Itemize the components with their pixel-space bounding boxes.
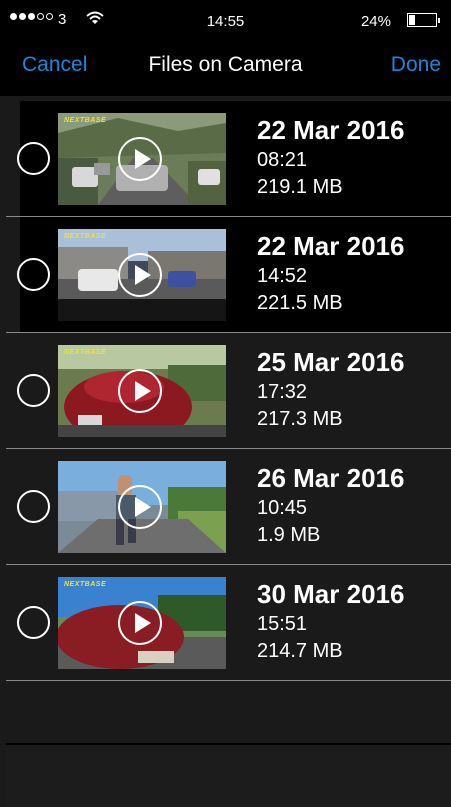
file-date: 26 Mar 2016	[257, 463, 405, 493]
navigation-bar: Cancel Files on Camera Done	[0, 40, 451, 96]
file-info: 25 Mar 2016 17:32 217.3 MB	[257, 349, 404, 429]
file-time: 15:51	[257, 613, 308, 635]
play-icon[interactable]	[118, 253, 162, 297]
brand-logo: NEXTBASE	[64, 117, 107, 124]
file-time: 17:32	[257, 381, 308, 403]
battery-icon	[407, 13, 440, 27]
file-size: 221.5 MB	[257, 292, 343, 314]
play-icon[interactable]	[118, 485, 162, 529]
list-item[interactable]: NEXTBASE 22 Mar 2016 14:52 221.5 MB	[6, 217, 451, 333]
select-radio[interactable]	[17, 606, 50, 639]
done-button[interactable]: Done	[391, 53, 441, 77]
file-size: 217.3 MB	[257, 408, 343, 430]
file-info: 22 Mar 2016 14:52 221.5 MB	[257, 233, 404, 313]
file-time: 14:52	[257, 265, 308, 287]
file-info: 30 Mar 2016 15:51 214.7 MB	[257, 581, 404, 661]
file-date: 22 Mar 2016	[257, 231, 405, 261]
brand-logo: NEXTBASE	[64, 349, 107, 356]
file-time: 10:45	[257, 497, 308, 519]
list-item[interactable]: 26 Mar 2016 10:45 1.9 MB	[6, 449, 451, 565]
list-item[interactable]: NEXTBASE 25 Mar 2016 17:32 217.3 MB	[6, 333, 451, 449]
file-list: NEXTBASE 22 Mar 2016 08:21 219.1 MB NEXT…	[6, 101, 451, 681]
list-item[interactable]: NEXTBASE 30 Mar 2016 15:51 214.7 MB	[6, 565, 451, 681]
select-radio[interactable]	[17, 258, 50, 291]
file-size: 219.1 MB	[257, 176, 343, 198]
select-radio[interactable]	[17, 374, 50, 407]
video-thumbnail[interactable]: NEXTBASE	[58, 345, 226, 437]
status-bar: 3 14:55 24%	[0, 0, 451, 40]
file-date: 30 Mar 2016	[257, 579, 405, 609]
video-thumbnail[interactable]: NEXTBASE	[58, 229, 226, 321]
select-radio[interactable]	[17, 142, 50, 175]
file-size: 1.9 MB	[257, 524, 321, 546]
file-time: 08:21	[257, 149, 308, 171]
file-info: 26 Mar 2016 10:45 1.9 MB	[257, 465, 404, 545]
list-item[interactable]: NEXTBASE 22 Mar 2016 08:21 219.1 MB	[6, 101, 451, 217]
video-thumbnail[interactable]: NEXTBASE	[58, 113, 226, 205]
cancel-button[interactable]: Cancel	[22, 53, 87, 77]
play-icon[interactable]	[118, 137, 162, 181]
file-size: 214.7 MB	[257, 640, 343, 662]
file-info: 22 Mar 2016 08:21 219.1 MB	[257, 117, 404, 197]
battery-percentage: 24%	[360, 13, 391, 30]
play-icon[interactable]	[118, 601, 162, 645]
video-thumbnail[interactable]: NEXTBASE	[58, 577, 226, 669]
video-thumbnail[interactable]	[58, 461, 226, 553]
brand-logo: NEXTBASE	[64, 581, 107, 588]
file-date: 25 Mar 2016	[257, 347, 405, 377]
file-date: 22 Mar 2016	[257, 115, 405, 145]
brand-logo: NEXTBASE	[64, 233, 107, 240]
bottom-toolbar	[6, 745, 451, 807]
play-icon[interactable]	[118, 369, 162, 413]
select-radio[interactable]	[17, 490, 50, 523]
